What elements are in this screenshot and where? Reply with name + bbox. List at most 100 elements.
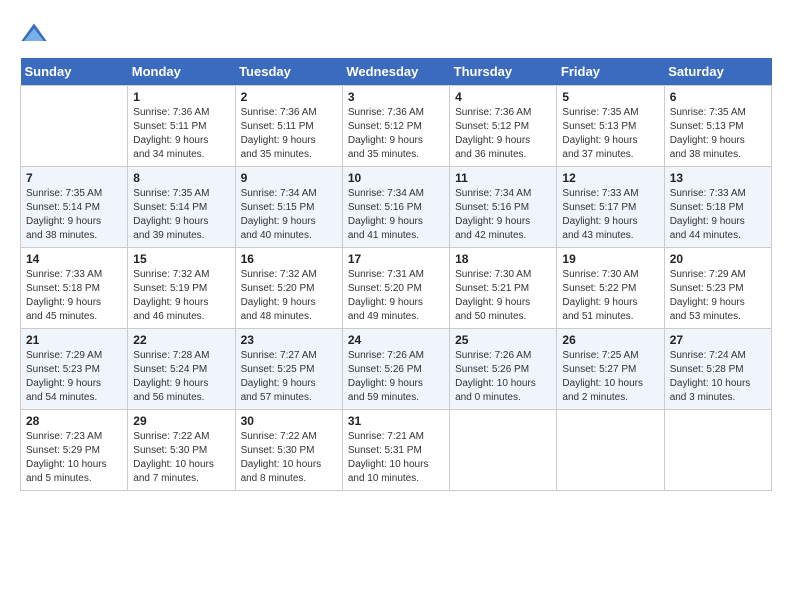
day-info: Sunrise: 7:35 AM Sunset: 5:14 PM Dayligh… <box>133 187 229 243</box>
weekday-header-monday: Monday <box>128 58 235 86</box>
day-number: 2 <box>241 90 337 104</box>
day-number: 4 <box>455 90 551 104</box>
day-info: Sunrise: 7:26 AM Sunset: 5:26 PM Dayligh… <box>348 349 444 405</box>
day-number: 26 <box>562 333 658 347</box>
day-info: Sunrise: 7:35 AM Sunset: 5:14 PM Dayligh… <box>26 187 122 243</box>
day-number: 1 <box>133 90 229 104</box>
day-info: Sunrise: 7:22 AM Sunset: 5:30 PM Dayligh… <box>241 430 337 486</box>
calendar-cell: 20 Sunrise: 7:29 AM Sunset: 5:23 PM Dayli… <box>664 248 771 329</box>
day-info: Sunrise: 7:25 AM Sunset: 5:27 PM Dayligh… <box>562 349 658 405</box>
calendar-table: SundayMondayTuesdayWednesdayThursdayFrid… <box>20 58 772 491</box>
day-number: 21 <box>26 333 122 347</box>
day-number: 12 <box>562 171 658 185</box>
weekday-header-tuesday: Tuesday <box>235 58 342 86</box>
day-number: 24 <box>348 333 444 347</box>
day-number: 5 <box>562 90 658 104</box>
calendar-cell: 16 Sunrise: 7:32 AM Sunset: 5:20 PM Dayli… <box>235 248 342 329</box>
calendar-cell <box>21 86 128 167</box>
calendar-cell <box>557 410 664 491</box>
calendar-cell: 4Sunrise: 7:36 AM Sunset: 5:12 PM Daylig… <box>450 86 557 167</box>
day-info: Sunrise: 7:34 AM Sunset: 5:15 PM Dayligh… <box>241 187 337 243</box>
calendar-cell: 11Sunrise: 7:34 AM Sunset: 5:16 PM Dayli… <box>450 167 557 248</box>
day-info: Sunrise: 7:28 AM Sunset: 5:24 PM Dayligh… <box>133 349 229 405</box>
day-info: Sunrise: 7:26 AM Sunset: 5:26 PM Dayligh… <box>455 349 551 405</box>
day-info: Sunrise: 7:31 AM Sunset: 5:20 PM Dayligh… <box>348 268 444 324</box>
calendar-cell: 18Sunrise: 7:30 AM Sunset: 5:21 PM Dayli… <box>450 248 557 329</box>
day-number: 15 <box>133 252 229 266</box>
calendar-week-row: 21 Sunrise: 7:29 AM Sunset: 5:23 PM Dayli… <box>21 329 772 410</box>
day-number: 13 <box>670 171 766 185</box>
day-info: Sunrise: 7:36 AM Sunset: 5:11 PM Dayligh… <box>241 106 337 162</box>
logo <box>20 20 50 48</box>
calendar-cell: 27 Sunrise: 7:24 AM Sunset: 5:28 PM Dayli… <box>664 329 771 410</box>
day-info: Sunrise: 7:35 AM Sunset: 5:13 PM Dayligh… <box>670 106 766 162</box>
calendar-cell: 26 Sunrise: 7:25 AM Sunset: 5:27 PM Dayli… <box>557 329 664 410</box>
logo-icon <box>20 20 48 48</box>
calendar-cell: 24 Sunrise: 7:26 AM Sunset: 5:26 PM Dayli… <box>342 329 449 410</box>
calendar-cell: 15 Sunrise: 7:32 AM Sunset: 5:19 PM Dayli… <box>128 248 235 329</box>
calendar-cell: 2 Sunrise: 7:36 AM Sunset: 5:11 PM Daylig… <box>235 86 342 167</box>
calendar-cell: 22 Sunrise: 7:28 AM Sunset: 5:24 PM Dayli… <box>128 329 235 410</box>
day-number: 16 <box>241 252 337 266</box>
day-number: 29 <box>133 414 229 428</box>
day-number: 6 <box>670 90 766 104</box>
calendar-cell: 12 Sunrise: 7:33 AM Sunset: 5:17 PM Dayli… <box>557 167 664 248</box>
day-number: 25 <box>455 333 551 347</box>
page-header <box>20 20 772 48</box>
calendar-cell: 25 Sunrise: 7:26 AM Sunset: 5:26 PM Dayli… <box>450 329 557 410</box>
calendar-cell <box>664 410 771 491</box>
calendar-cell: 14 Sunrise: 7:33 AM Sunset: 5:18 PM Dayli… <box>21 248 128 329</box>
calendar-cell: 3 Sunrise: 7:36 AM Sunset: 5:12 PM Daylig… <box>342 86 449 167</box>
calendar-week-row: 14 Sunrise: 7:33 AM Sunset: 5:18 PM Dayli… <box>21 248 772 329</box>
calendar-cell: 31Sunrise: 7:21 AM Sunset: 5:31 PM Dayli… <box>342 410 449 491</box>
day-number: 3 <box>348 90 444 104</box>
day-info: Sunrise: 7:27 AM Sunset: 5:25 PM Dayligh… <box>241 349 337 405</box>
calendar-cell: 21 Sunrise: 7:29 AM Sunset: 5:23 PM Dayli… <box>21 329 128 410</box>
calendar-cell: 13 Sunrise: 7:33 AM Sunset: 5:18 PM Dayli… <box>664 167 771 248</box>
day-info: Sunrise: 7:33 AM Sunset: 5:17 PM Dayligh… <box>562 187 658 243</box>
day-number: 18 <box>455 252 551 266</box>
calendar-cell: 19 Sunrise: 7:30 AM Sunset: 5:22 PM Dayli… <box>557 248 664 329</box>
day-number: 19 <box>562 252 658 266</box>
calendar-cell: 1 Sunrise: 7:36 AM Sunset: 5:11 PM Daylig… <box>128 86 235 167</box>
weekday-header-row: SundayMondayTuesdayWednesdayThursdayFrid… <box>21 58 772 86</box>
calendar-cell: 10 Sunrise: 7:34 AM Sunset: 5:16 PM Dayli… <box>342 167 449 248</box>
day-info: Sunrise: 7:35 AM Sunset: 5:13 PM Dayligh… <box>562 106 658 162</box>
day-number: 14 <box>26 252 122 266</box>
day-info: Sunrise: 7:29 AM Sunset: 5:23 PM Dayligh… <box>670 268 766 324</box>
day-number: 27 <box>670 333 766 347</box>
day-info: Sunrise: 7:34 AM Sunset: 5:16 PM Dayligh… <box>455 187 551 243</box>
day-info: Sunrise: 7:29 AM Sunset: 5:23 PM Dayligh… <box>26 349 122 405</box>
calendar-cell: 9 Sunrise: 7:34 AM Sunset: 5:15 PM Daylig… <box>235 167 342 248</box>
day-info: Sunrise: 7:32 AM Sunset: 5:19 PM Dayligh… <box>133 268 229 324</box>
day-info: Sunrise: 7:30 AM Sunset: 5:22 PM Dayligh… <box>562 268 658 324</box>
weekday-header-wednesday: Wednesday <box>342 58 449 86</box>
day-info: Sunrise: 7:24 AM Sunset: 5:28 PM Dayligh… <box>670 349 766 405</box>
calendar-cell: 6 Sunrise: 7:35 AM Sunset: 5:13 PM Daylig… <box>664 86 771 167</box>
day-number: 30 <box>241 414 337 428</box>
day-info: Sunrise: 7:33 AM Sunset: 5:18 PM Dayligh… <box>26 268 122 324</box>
calendar-cell: 17Sunrise: 7:31 AM Sunset: 5:20 PM Dayli… <box>342 248 449 329</box>
calendar-cell: 30 Sunrise: 7:22 AM Sunset: 5:30 PM Dayli… <box>235 410 342 491</box>
calendar-cell: 29Sunrise: 7:22 AM Sunset: 5:30 PM Dayli… <box>128 410 235 491</box>
calendar-cell: 5 Sunrise: 7:35 AM Sunset: 5:13 PM Daylig… <box>557 86 664 167</box>
day-number: 31 <box>348 414 444 428</box>
weekday-header-friday: Friday <box>557 58 664 86</box>
calendar-cell: 8Sunrise: 7:35 AM Sunset: 5:14 PM Daylig… <box>128 167 235 248</box>
day-number: 22 <box>133 333 229 347</box>
day-info: Sunrise: 7:23 AM Sunset: 5:29 PM Dayligh… <box>26 430 122 486</box>
calendar-cell <box>450 410 557 491</box>
calendar-week-row: 1 Sunrise: 7:36 AM Sunset: 5:11 PM Daylig… <box>21 86 772 167</box>
calendar-cell: 7Sunrise: 7:35 AM Sunset: 5:14 PM Daylig… <box>21 167 128 248</box>
day-number: 23 <box>241 333 337 347</box>
day-number: 9 <box>241 171 337 185</box>
day-number: 20 <box>670 252 766 266</box>
day-info: Sunrise: 7:36 AM Sunset: 5:11 PM Dayligh… <box>133 106 229 162</box>
day-info: Sunrise: 7:33 AM Sunset: 5:18 PM Dayligh… <box>670 187 766 243</box>
day-number: 28 <box>26 414 122 428</box>
day-number: 10 <box>348 171 444 185</box>
day-info: Sunrise: 7:34 AM Sunset: 5:16 PM Dayligh… <box>348 187 444 243</box>
calendar-cell: 23 Sunrise: 7:27 AM Sunset: 5:25 PM Dayli… <box>235 329 342 410</box>
day-info: Sunrise: 7:36 AM Sunset: 5:12 PM Dayligh… <box>348 106 444 162</box>
day-info: Sunrise: 7:32 AM Sunset: 5:20 PM Dayligh… <box>241 268 337 324</box>
